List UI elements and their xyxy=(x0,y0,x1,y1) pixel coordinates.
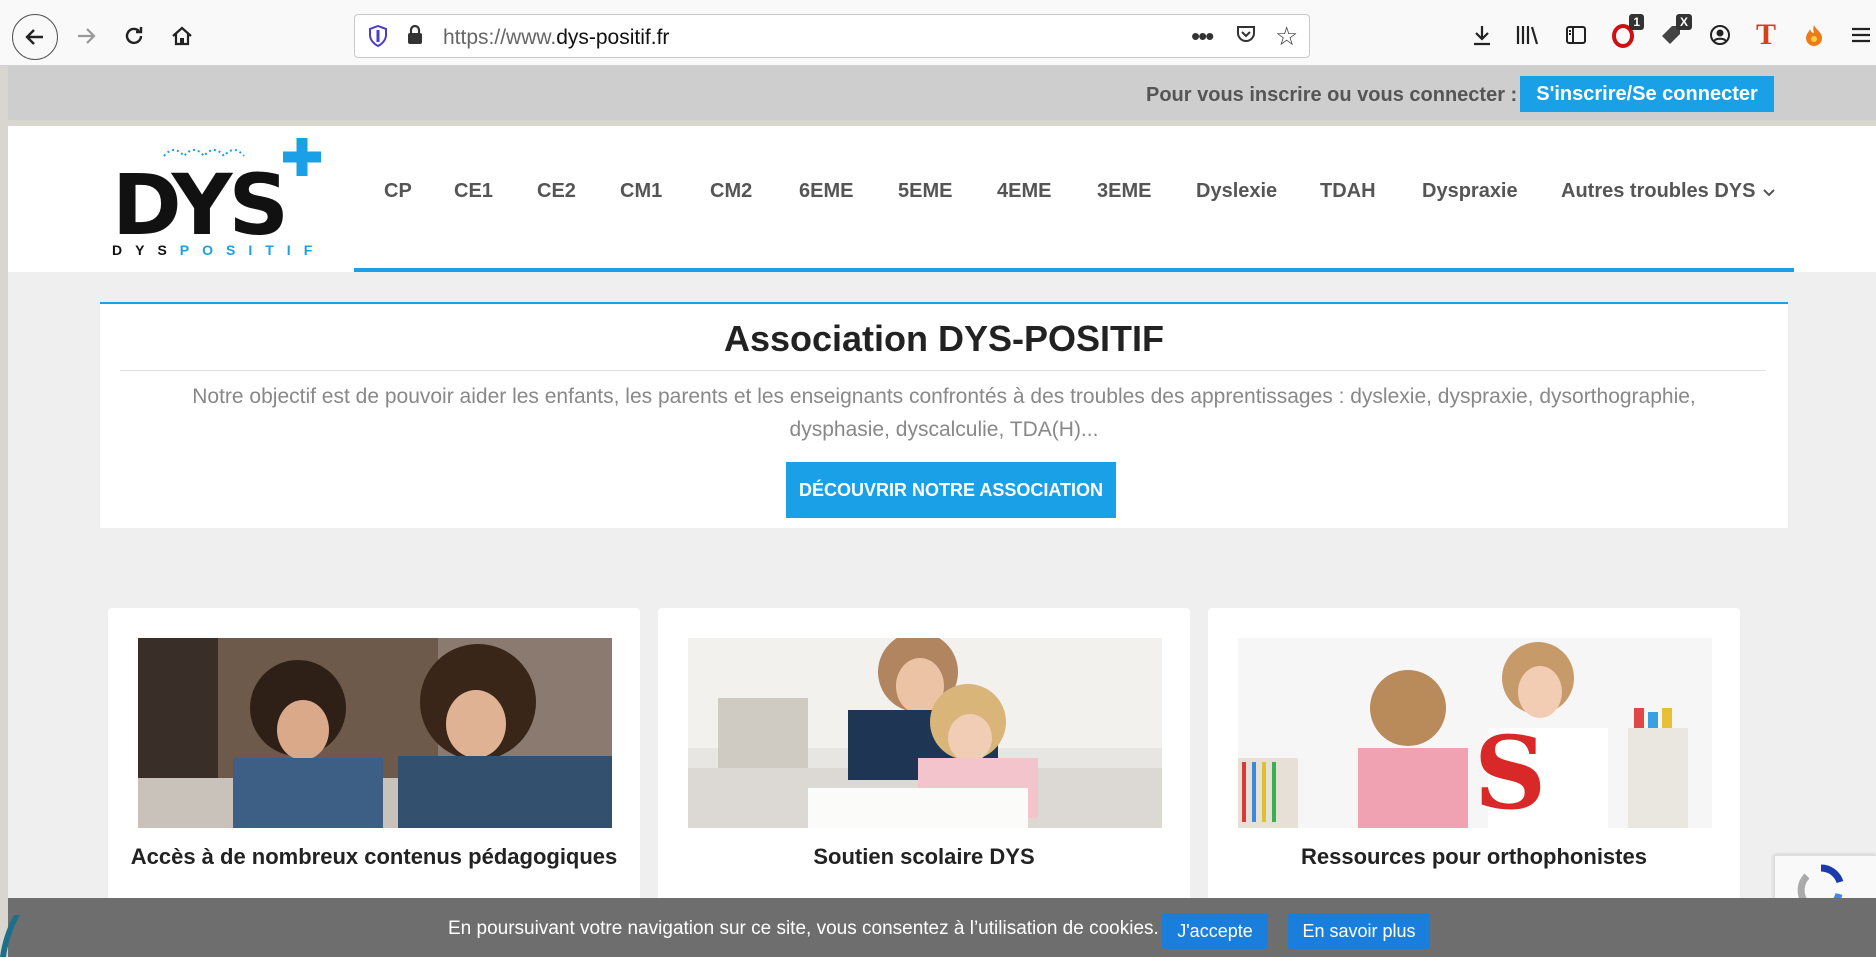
nav-item-cm2[interactable]: CM2 xyxy=(710,180,752,203)
divider xyxy=(120,370,1766,371)
nav-item-6eme[interactable]: 6EME xyxy=(799,180,853,203)
discover-association-button[interactable]: DÉCOUVRIR NOTRE ASSOCIATION xyxy=(786,462,1116,518)
cookie-banner: En poursuivant votre navigation sur ce s… xyxy=(8,898,1876,957)
pocket-icon[interactable] xyxy=(1235,23,1257,51)
decorative-curve xyxy=(0,915,20,957)
opera-extension-icon[interactable]: 1 xyxy=(1606,14,1644,52)
nav-item-tdah[interactable]: TDAH xyxy=(1320,180,1376,203)
url-bar[interactable]: https://www.dys-positif.fr ••• ☆ xyxy=(354,14,1310,58)
download-icon[interactable] xyxy=(1464,18,1500,52)
login-bar: Pour vous inscrire ou vous connecter : S… xyxy=(8,66,1876,120)
sidebar-icon[interactable] xyxy=(1558,18,1594,52)
cookie-message: En poursuivant votre navigation sur ce s… xyxy=(448,918,1159,939)
nav-item-5eme[interactable]: 5EME xyxy=(898,180,952,203)
association-description: Notre objectif est de pouvoir aider les … xyxy=(192,385,1696,441)
cookie-accept-button[interactable]: J'accepte xyxy=(1162,913,1268,949)
nav-item-4eme[interactable]: 4EME xyxy=(997,180,1051,203)
home-icon xyxy=(172,26,192,46)
card-image[interactable]: S xyxy=(1238,638,1712,828)
flame-icon[interactable] xyxy=(1796,18,1832,52)
nav-item-3eme[interactable]: 3EME xyxy=(1097,180,1151,203)
association-title: Association DYS-POSITIF xyxy=(723,318,1165,359)
site-logo[interactable]: DYS DYSPOSITIF xyxy=(102,130,352,264)
tracking-shield-icon[interactable] xyxy=(367,24,389,49)
reload-icon xyxy=(125,27,143,45)
svg-text:S: S xyxy=(1474,714,1546,828)
svg-text:DYS: DYS xyxy=(112,156,285,254)
nav-item-ce2[interactable]: CE2 xyxy=(537,180,576,203)
signup-login-button[interactable]: S'inscrire/Se connecter xyxy=(1520,76,1774,112)
browser-toolbar: https://www.dys-positif.fr ••• ☆ 1 X T xyxy=(0,0,1876,66)
card-image[interactable] xyxy=(138,638,612,828)
association-panel: Association DYS-POSITIF Notre objectif e… xyxy=(100,302,1788,528)
nav-item-autres-troubles[interactable]: Autres troubles DYS xyxy=(1561,180,1776,203)
library-icon[interactable] xyxy=(1510,18,1546,52)
card-title[interactable]: Accès à de nombreux contenus pédagogique… xyxy=(108,844,640,870)
forward-button[interactable] xyxy=(66,16,106,56)
page-actions-icon[interactable]: ••• xyxy=(1191,21,1214,52)
card-image[interactable] xyxy=(688,638,1162,828)
url-text[interactable]: https://www.dys-positif.fr xyxy=(443,26,669,50)
site-header: DYS DYSPOSITIF CP CE1 CE2 CM1 CM2 6EME 5… xyxy=(8,126,1876,272)
nav-item-ce1[interactable]: CE1 xyxy=(454,180,493,203)
extension-badge-x: X xyxy=(1675,14,1692,30)
nav-item-cp[interactable]: CP xyxy=(384,180,412,203)
nav-item-dyslexie[interactable]: Dyslexie xyxy=(1196,180,1277,203)
cookie-learn-more-button[interactable]: En savoir plus xyxy=(1288,913,1430,949)
nav-item-dyspraxie[interactable]: Dyspraxie xyxy=(1422,180,1518,203)
card-title[interactable]: Ressources pour orthophonistes xyxy=(1208,844,1740,870)
arrow-right-icon xyxy=(78,28,96,44)
arrow-left-icon xyxy=(25,29,43,45)
bookmark-star-icon[interactable]: ☆ xyxy=(1275,21,1298,52)
tag-extension-icon[interactable]: X xyxy=(1654,14,1692,52)
reload-button[interactable] xyxy=(114,16,154,56)
logo-wordmark: DYSPOSITIF xyxy=(112,242,326,258)
login-prompt: Pour vous inscrire ou vous connecter : xyxy=(1146,84,1518,106)
lock-icon[interactable] xyxy=(405,24,425,48)
chevron-down-icon xyxy=(1763,184,1776,200)
extension-badge: 1 xyxy=(1629,14,1644,30)
menu-icon[interactable] xyxy=(1850,18,1876,52)
nav-item-cm1[interactable]: CM1 xyxy=(620,180,662,203)
home-button[interactable] xyxy=(162,16,202,56)
main-content: Association DYS-POSITIF Notre objectif e… xyxy=(8,272,1876,957)
main-nav: CP CE1 CE2 CM1 CM2 6EME 5EME 4EME 3EME D… xyxy=(354,126,1794,272)
translate-t-icon[interactable]: T xyxy=(1748,18,1784,52)
card-title[interactable]: Soutien scolaire DYS xyxy=(658,844,1190,870)
account-icon[interactable] xyxy=(1702,18,1738,52)
back-button[interactable] xyxy=(12,14,58,60)
